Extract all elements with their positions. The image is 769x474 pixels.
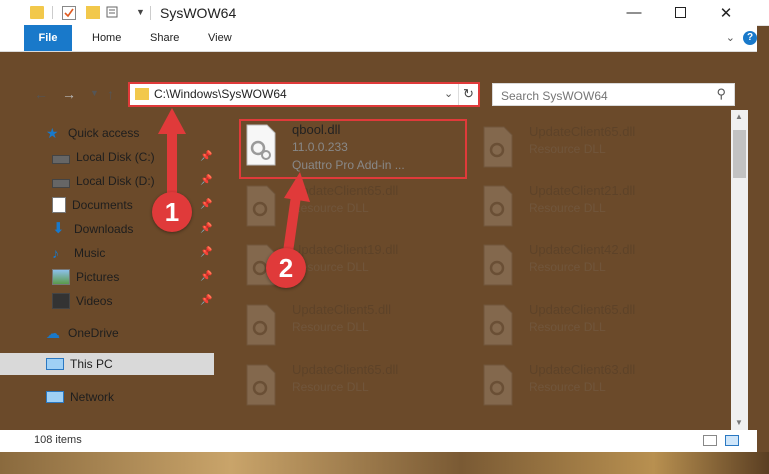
- arrow-2-shaft: [283, 195, 301, 253]
- details-view-icon[interactable]: [703, 435, 717, 446]
- scroll-down-icon[interactable]: ▼: [735, 418, 743, 427]
- vertical-scrollbar[interactable]: ▲ ▼: [731, 110, 748, 432]
- scroll-up-icon[interactable]: ▲: [735, 112, 743, 121]
- callout-2: 2: [266, 248, 306, 288]
- item-count: 108 items: [34, 434, 82, 446]
- scrollbar-thumb[interactable]: [733, 130, 746, 178]
- arrow-1-head: [158, 108, 186, 134]
- annotation-arrows: [158, 108, 310, 253]
- status-bar: 108 items: [0, 430, 757, 452]
- callout-1: 1: [152, 192, 192, 232]
- arrow-2-head: [284, 172, 310, 202]
- tiles-view-icon[interactable]: [725, 435, 739, 446]
